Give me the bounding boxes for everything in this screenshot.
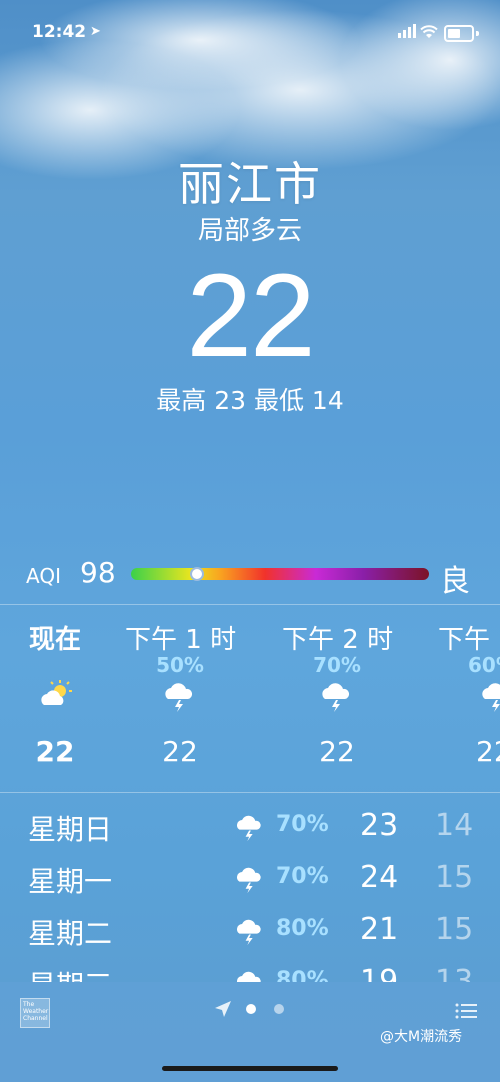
day-precip-prob: 80% <box>276 916 329 941</box>
daily-row: 星期二 80% 21 15 <box>0 902 500 954</box>
hour-label: 下午 1 时 <box>125 625 237 655</box>
high-low-temperature: 最高 23 最低 14 <box>156 386 344 415</box>
day-name: 星期三 <box>28 964 112 982</box>
hour-label: 下午 <box>438 625 491 655</box>
day-name: 星期一 <box>28 865 113 898</box>
weather-condition: 局部多云 <box>197 216 302 246</box>
day-high: 21 <box>360 912 399 947</box>
hour-temp: 22 <box>35 735 75 768</box>
daily-row: 星期一 70% 24 15 <box>0 850 500 902</box>
wifi-icon <box>420 25 438 38</box>
current-location-icon[interactable] <box>214 1000 232 1018</box>
day-precip-prob: 80% <box>276 968 329 982</box>
day-precip-prob: 70% <box>276 864 329 889</box>
page-dot-active[interactable] <box>246 1004 256 1014</box>
day-low: 15 <box>435 912 474 947</box>
weather-channel-logo[interactable]: The Weather Channel <box>20 998 50 1028</box>
battery-tip <box>476 31 479 36</box>
day-name: 星期日 <box>28 813 113 846</box>
status-time: 12:42 <box>32 22 87 42</box>
thunderstorm-icon <box>165 683 193 712</box>
thunderstorm-icon <box>322 683 350 712</box>
daily-forecast[interactable]: 星期日 70% 23 14 星期一 70% 24 15 星期二 80% 21 1… <box>0 796 500 982</box>
location-services-icon: ➤ <box>90 24 101 39</box>
daily-row: 星期三 80% 19 13 <box>0 954 500 982</box>
thunderstorm-icon <box>237 919 261 946</box>
hour-label: 现在 <box>28 625 81 655</box>
status-bar: 12:42 ➤ <box>0 22 500 44</box>
day-low: 13 <box>435 964 474 982</box>
watermark-text: @大M潮流秀 <box>380 1029 463 1045</box>
aqi-value: 98 <box>80 556 116 589</box>
hour-temp: 22 <box>319 735 355 768</box>
aqi-scale-bar <box>131 568 429 580</box>
bottom-toolbar: The Weather Channel @大M潮流秀 <box>0 982 500 1082</box>
hour-precip-prob: 60% <box>468 653 500 677</box>
aqi-row[interactable]: AQI 98 良 <box>0 556 500 599</box>
cellular-signal-icon <box>398 24 416 38</box>
aqi-label: AQI <box>26 564 61 588</box>
day-name: 星期二 <box>28 917 113 950</box>
aqi-grade: 良 <box>440 564 470 599</box>
hour-temp: 22 <box>476 735 500 768</box>
aqi-indicator-dot <box>190 567 204 581</box>
partly-sunny-icon <box>41 680 72 705</box>
day-low: 15 <box>435 860 474 895</box>
hour-precip-prob: 50% <box>156 653 204 677</box>
thunderstorm-icon <box>237 867 261 894</box>
day-high: 24 <box>360 860 399 895</box>
home-indicator[interactable] <box>162 1066 338 1071</box>
hourly-forecast[interactable]: 现在 22 下午 1 时 50% 22 下午 2 时 70% 22 下午 60% <box>0 605 500 791</box>
current-temperature: 22 <box>186 250 315 382</box>
battery-icon <box>444 25 474 42</box>
page-dot[interactable] <box>274 1004 284 1014</box>
hour-temp: 22 <box>162 735 198 768</box>
thunderstorm-icon <box>237 971 261 982</box>
hour-label: 下午 2 时 <box>282 625 394 655</box>
day-high: 23 <box>360 808 399 843</box>
thunderstorm-icon <box>482 683 500 712</box>
divider <box>0 792 500 793</box>
hour-precip-prob: 70% <box>313 653 361 677</box>
day-precip-prob: 70% <box>276 812 329 837</box>
city-list-icon[interactable] <box>455 1002 477 1020</box>
day-high: 19 <box>360 964 399 982</box>
city-name: 丽江市 <box>178 157 322 211</box>
day-low: 14 <box>435 808 474 843</box>
daily-row: 星期日 70% 23 14 <box>0 798 500 850</box>
thunderstorm-icon <box>237 815 261 842</box>
